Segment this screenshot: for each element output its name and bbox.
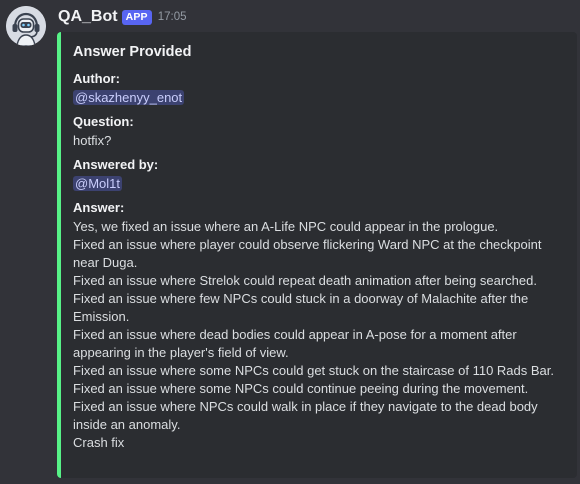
message-timestamp[interactable]: 17:05 [158,11,187,23]
answer-line: Fixed an issue where dead bodies could a… [73,327,517,342]
answer-line: Fixed an issue where Strelok could repea… [73,273,537,288]
message-header: QA_Bot APP 17:05 [58,6,187,28]
field-question-name: Question: [73,114,134,129]
answer-line: Fixed an issue where NPCs could walk in … [73,399,538,414]
answer-line: Fixed an issue where few NPCs could stuc… [73,291,529,306]
field-author: Author: @skazhenyy_enot [73,70,567,107]
answered-by-mention[interactable]: @Mol1t [73,176,122,191]
answer-line: Fixed an issue where some NPCs could get… [73,363,554,378]
author-name[interactable]: QA_Bot [58,8,118,26]
avatar[interactable] [6,6,46,46]
answer-line: inside an anomaly. [73,417,181,432]
field-question: Question: hotfix? [73,113,567,150]
answer-line: Fixed an issue where some NPCs could con… [73,381,529,396]
field-answered-by: Answered by: @Mol1t [73,156,567,193]
field-answered-by-name: Answered by: [73,157,159,172]
field-author-name: Author: [73,71,120,86]
answer-text: Yes, we fixed an issue where an A-Life N… [73,218,567,452]
field-question-value: hotfix? [73,133,112,148]
answer-line: near Duga. [73,255,138,270]
answer-line: Fixed an issue where player could observ… [73,237,542,252]
field-answer-name: Answer: [73,200,125,215]
field-answer: Answer: Yes, we fixed an issue where an … [73,199,567,452]
author-mention[interactable]: @skazhenyy_enot [73,90,185,105]
field-answered-by-value: @Mol1t [73,175,567,193]
embed-card: Answer Provided Author: @skazhenyy_enot … [57,32,577,478]
robot-headset-icon [6,6,46,46]
answer-line: appearing in the player's field of view. [73,345,289,360]
embed-title: Answer Provided [73,44,192,60]
answer-line: Emission. [73,309,130,324]
app-badge: APP [121,9,152,25]
answer-line: Yes, we fixed an issue where an A-Life N… [73,219,499,234]
answer-line: Crash fix [73,435,125,450]
field-author-value: @skazhenyy_enot [73,89,567,107]
